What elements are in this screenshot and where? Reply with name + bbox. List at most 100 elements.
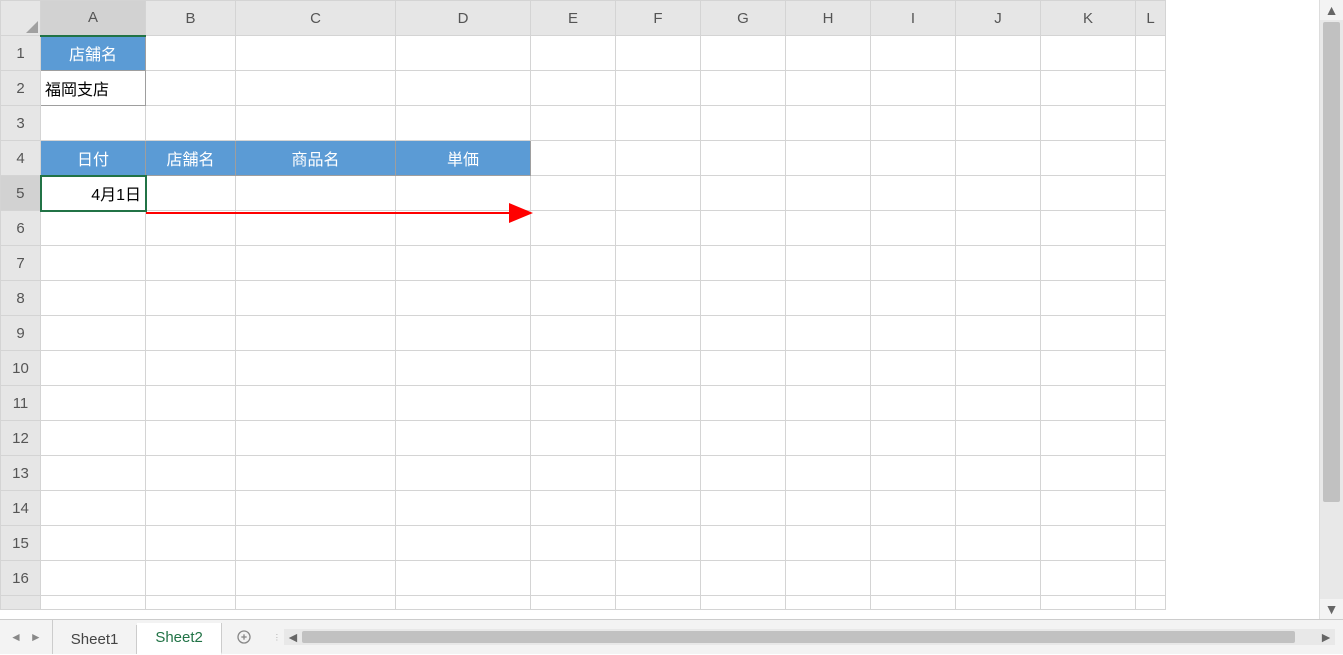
cell-J12[interactable] — [956, 421, 1041, 456]
vertical-scroll-track[interactable] — [1320, 20, 1343, 599]
cell-C4[interactable]: 商品名 — [236, 141, 396, 176]
cell-E6[interactable] — [531, 211, 616, 246]
cell-K17[interactable] — [1041, 596, 1136, 610]
column-header-E[interactable]: E — [531, 1, 616, 36]
row-header-15[interactable]: 15 — [1, 526, 41, 561]
column-header-H[interactable]: H — [786, 1, 871, 36]
cell-B4[interactable]: 店舗名 — [146, 141, 236, 176]
row-header-11[interactable]: 11 — [1, 386, 41, 421]
cell-F16[interactable] — [616, 561, 701, 596]
cell-C15[interactable] — [236, 526, 396, 561]
cell-K6[interactable] — [1041, 211, 1136, 246]
vertical-scroll-thumb[interactable] — [1323, 22, 1340, 502]
cell-F11[interactable] — [616, 386, 701, 421]
cell-I16[interactable] — [871, 561, 956, 596]
cell-E3[interactable] — [531, 106, 616, 141]
cell-K10[interactable] — [1041, 351, 1136, 386]
cell-C13[interactable] — [236, 456, 396, 491]
cell-I5[interactable] — [871, 176, 956, 211]
row-header-3[interactable]: 3 — [1, 106, 41, 141]
cell-G2[interactable] — [701, 71, 786, 106]
cell-I10[interactable] — [871, 351, 956, 386]
cell-L15[interactable] — [1136, 526, 1166, 561]
cell-D17[interactable] — [396, 596, 531, 610]
column-header-L[interactable]: L — [1136, 1, 1166, 36]
column-header-F[interactable]: F — [616, 1, 701, 36]
cell-A2[interactable]: 福岡支店 — [41, 71, 146, 106]
cell-H1[interactable] — [786, 36, 871, 71]
row-header-10[interactable]: 10 — [1, 351, 41, 386]
cell-D13[interactable] — [396, 456, 531, 491]
add-sheet-button[interactable] — [222, 625, 266, 654]
cell-B13[interactable] — [146, 456, 236, 491]
cell-G11[interactable] — [701, 386, 786, 421]
cell-D1[interactable] — [396, 36, 531, 71]
cell-G7[interactable] — [701, 246, 786, 281]
row-header-2[interactable]: 2 — [1, 71, 41, 106]
column-header-K[interactable]: K — [1041, 1, 1136, 36]
cell-J14[interactable] — [956, 491, 1041, 526]
cell-F4[interactable] — [616, 141, 701, 176]
cell-H2[interactable] — [786, 71, 871, 106]
cell-H6[interactable] — [786, 211, 871, 246]
cell-A6[interactable] — [41, 211, 146, 246]
cell-F10[interactable] — [616, 351, 701, 386]
cell-L17[interactable] — [1136, 596, 1166, 610]
cell-H15[interactable] — [786, 526, 871, 561]
cell-E1[interactable] — [531, 36, 616, 71]
horizontal-scroll-track[interactable]: ◄ ► — [284, 629, 1335, 645]
cell-K3[interactable] — [1041, 106, 1136, 141]
cell-B11[interactable] — [146, 386, 236, 421]
cell-L11[interactable] — [1136, 386, 1166, 421]
cell-C12[interactable] — [236, 421, 396, 456]
column-header-G[interactable]: G — [701, 1, 786, 36]
cell-H9[interactable] — [786, 316, 871, 351]
cell-H3[interactable] — [786, 106, 871, 141]
scroll-down-button[interactable]: ▼ — [1320, 599, 1343, 619]
spreadsheet-grid[interactable]: ABCDEFGHIJKL1店舗名2福岡支店34日付店舗名商品名単価54月1日67… — [0, 0, 1319, 619]
cell-G14[interactable] — [701, 491, 786, 526]
cell-C16[interactable] — [236, 561, 396, 596]
cell-D10[interactable] — [396, 351, 531, 386]
cell-G16[interactable] — [701, 561, 786, 596]
cell-I3[interactable] — [871, 106, 956, 141]
cell-H13[interactable] — [786, 456, 871, 491]
cell-A9[interactable] — [41, 316, 146, 351]
cell-L12[interactable] — [1136, 421, 1166, 456]
scroll-right-button[interactable]: ► — [1317, 629, 1335, 645]
cell-F1[interactable] — [616, 36, 701, 71]
cell-C2[interactable] — [236, 71, 396, 106]
cell-F9[interactable] — [616, 316, 701, 351]
cell-D15[interactable] — [396, 526, 531, 561]
row-header-7[interactable]: 7 — [1, 246, 41, 281]
column-header-I[interactable]: I — [871, 1, 956, 36]
cell-J1[interactable] — [956, 36, 1041, 71]
cell-E7[interactable] — [531, 246, 616, 281]
cell-J8[interactable] — [956, 281, 1041, 316]
cell-L6[interactable] — [1136, 211, 1166, 246]
cell-K15[interactable] — [1041, 526, 1136, 561]
cell-B3[interactable] — [146, 106, 236, 141]
cell-C14[interactable] — [236, 491, 396, 526]
cell-I2[interactable] — [871, 71, 956, 106]
cell-F8[interactable] — [616, 281, 701, 316]
cell-B12[interactable] — [146, 421, 236, 456]
cell-I12[interactable] — [871, 421, 956, 456]
cell-L10[interactable] — [1136, 351, 1166, 386]
cell-H5[interactable] — [786, 176, 871, 211]
cell-L1[interactable] — [1136, 36, 1166, 71]
vertical-scrollbar[interactable]: ▲ ▼ — [1319, 0, 1343, 619]
row-header-6[interactable]: 6 — [1, 211, 41, 246]
cell-B1[interactable] — [146, 36, 236, 71]
cell-J5[interactable] — [956, 176, 1041, 211]
cell-J2[interactable] — [956, 71, 1041, 106]
cell-I14[interactable] — [871, 491, 956, 526]
cell-A15[interactable] — [41, 526, 146, 561]
cell-F13[interactable] — [616, 456, 701, 491]
cell-E13[interactable] — [531, 456, 616, 491]
cell-K4[interactable] — [1041, 141, 1136, 176]
cell-I6[interactable] — [871, 211, 956, 246]
cell-A11[interactable] — [41, 386, 146, 421]
cell-J15[interactable] — [956, 526, 1041, 561]
cell-A12[interactable] — [41, 421, 146, 456]
